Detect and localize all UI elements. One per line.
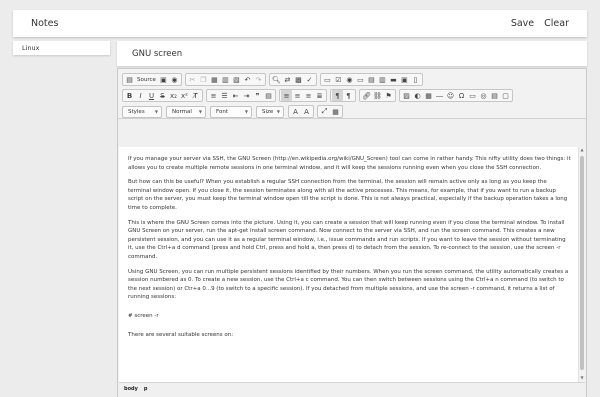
editor-toolbar: ▤ Source ▣ ◉ ✂ ❐ ▦ ▥ ▧ ↶ ↷ 🔍︎ ⇄ ▩ ✓ ▭ ☑ … (118, 69, 586, 119)
strike-icon[interactable]: S (157, 90, 168, 101)
sidebar: Linux (13, 41, 110, 55)
sidebar-item-linux[interactable]: Linux (13, 41, 110, 55)
format-label: Normal (172, 108, 192, 115)
app-header: Notes Save Clear (13, 10, 587, 37)
header-actions: Save Clear (511, 18, 569, 29)
chevron-down-icon: ▼ (244, 109, 248, 114)
styles-label: Styles (128, 108, 145, 115)
size-label: Size (262, 108, 274, 115)
sidebar-item-label: Linux (22, 44, 40, 52)
align-center-icon[interactable]: ≡ (292, 90, 303, 101)
content-paragraph: But how can this be useful? When you est… (128, 179, 568, 211)
textfield-icon[interactable]: ▭ (355, 74, 366, 85)
button-field-icon[interactable]: ▬ (388, 74, 399, 85)
scroll-up-icon[interactable]: ▲ (579, 147, 585, 154)
link-icon[interactable]: 🔗︎ (361, 90, 372, 101)
unlink-icon[interactable]: ⛓ (372, 90, 383, 101)
font-dropdown[interactable]: Font ▼ (210, 105, 252, 118)
align-right-icon[interactable]: ≡ (303, 90, 314, 101)
templates-icon[interactable]: ▤ (489, 90, 500, 101)
chevron-down-icon: ▼ (198, 109, 202, 114)
outdent-icon[interactable]: ⇤ (230, 90, 241, 101)
checkbox-icon[interactable]: ☑ (333, 74, 344, 85)
justify-icon[interactable]: ≣ (314, 90, 325, 101)
ltr-icon[interactable]: ¶ (332, 90, 343, 101)
text-color-icon[interactable]: A (290, 106, 301, 117)
numbered-list-icon[interactable]: ≡ (208, 90, 219, 101)
cut-icon[interactable]: ✂ (187, 74, 198, 85)
textarea-icon[interactable]: ▤ (366, 74, 377, 85)
form-icon[interactable]: ▭ (322, 74, 333, 85)
spellcheck-icon[interactable]: ✓ (304, 74, 315, 85)
path-item-p[interactable]: p (144, 386, 148, 392)
smiley-icon[interactable]: ☺ (445, 90, 456, 101)
bg-color-icon[interactable]: A (301, 106, 312, 117)
content-paragraph: This is where the GNU Screen comes into … (128, 219, 566, 260)
rtl-icon[interactable]: ¶ (343, 90, 354, 101)
editor-content[interactable]: If you manage your server via SSH, the G… (119, 147, 580, 382)
indent-icon[interactable]: ⇥ (241, 90, 252, 101)
fullscreen-icon[interactable]: ⤢ (319, 106, 330, 117)
subscript-icon[interactable]: x₂ (168, 90, 179, 101)
anchor-icon[interactable]: ⚑ (383, 90, 394, 101)
content-paragraph: There are several suitable screens on: (128, 331, 234, 338)
paste-icon[interactable]: ▦ (209, 74, 220, 85)
font-label: Font (216, 108, 228, 115)
find-icon[interactable]: 🔍︎ (271, 74, 282, 85)
element-path-bar: body p (119, 382, 585, 394)
save-button[interactable]: Save (511, 18, 534, 29)
show-blocks-icon[interactable]: ▦ (330, 106, 341, 117)
flash-icon[interactable]: ◐ (412, 90, 423, 101)
redo-icon[interactable]: ↷ (253, 74, 264, 85)
align-left-icon[interactable]: ≡ (281, 90, 292, 101)
page-break-icon[interactable]: ▭ (467, 90, 478, 101)
superscript-icon[interactable]: x² (179, 90, 190, 101)
path-item-body[interactable]: body (124, 386, 138, 392)
radio-icon[interactable]: ◉ (344, 74, 355, 85)
maximize-icon[interactable]: ▢ (500, 90, 511, 101)
scrollbar-thumb[interactable] (580, 156, 584, 370)
image-icon[interactable]: ▨ (401, 90, 412, 101)
image-button-icon[interactable]: ▣ (399, 74, 410, 85)
chevron-down-icon: ▼ (154, 109, 158, 114)
div-icon[interactable]: ▤ (263, 90, 274, 101)
clear-button[interactable]: Clear (544, 18, 569, 29)
content-paragraph: # screen -r (128, 312, 159, 319)
iframe-icon[interactable]: ◎ (478, 90, 489, 101)
remove-format-icon[interactable]: T̸ (190, 90, 201, 101)
editor-scrollbar[interactable]: ▲ ▼ (578, 147, 585, 382)
horizontal-line-icon[interactable]: ― (434, 90, 445, 101)
styles-dropdown[interactable]: Styles ▼ (122, 105, 162, 118)
italic-icon[interactable]: I (135, 90, 146, 101)
undo-icon[interactable]: ↶ (242, 74, 253, 85)
bulleted-list-icon[interactable]: ☰ (219, 90, 230, 101)
table-icon[interactable]: ▦ (423, 90, 434, 101)
content-paragraph: If you manage your server via SSH, the G… (128, 156, 571, 171)
size-dropdown[interactable]: Size ▼ (256, 105, 284, 118)
copy-icon[interactable]: ❐ (198, 74, 209, 85)
paste-text-icon[interactable]: ▥ (220, 74, 231, 85)
underline-icon[interactable]: U (146, 90, 157, 101)
replace-icon[interactable]: ⇄ (282, 74, 293, 85)
note-panel: GNU screen ▤ Source ▣ ◉ ✂ ❐ ▦ ▥ ▧ ↶ ↷ 🔍︎… (117, 41, 587, 397)
rich-text-editor: ▤ Source ▣ ◉ ✂ ❐ ▦ ▥ ▧ ↶ ↷ 🔍︎ ⇄ ▩ ✓ ▭ ☑ … (117, 68, 587, 397)
hidden-field-icon[interactable]: ▯ (410, 74, 421, 85)
content-paragraph: Using GNU Screen, you can run multiple p… (128, 268, 569, 301)
blockquote-icon[interactable]: ❞ (252, 90, 263, 101)
chevron-down-icon: ▼ (276, 109, 280, 114)
format-dropdown[interactable]: Normal ▼ (166, 105, 206, 118)
source-button[interactable]: Source (135, 77, 158, 83)
bold-icon[interactable]: B (124, 90, 135, 101)
scroll-down-icon[interactable]: ▼ (579, 375, 585, 382)
source-icon: ▤ (126, 75, 133, 84)
note-title-field[interactable]: GNU screen (117, 41, 587, 66)
note-title-text: GNU screen (132, 48, 183, 59)
preview-icon[interactable]: ◉ (169, 74, 180, 85)
app-title: Notes (31, 18, 59, 29)
special-char-icon[interactable]: Ω (456, 90, 467, 101)
select-field-icon[interactable]: ▥ (377, 74, 388, 85)
paste-word-icon[interactable]: ▧ (231, 74, 242, 85)
save-doc-icon[interactable]: ▣ (158, 74, 169, 85)
select-all-icon[interactable]: ▩ (293, 74, 304, 85)
